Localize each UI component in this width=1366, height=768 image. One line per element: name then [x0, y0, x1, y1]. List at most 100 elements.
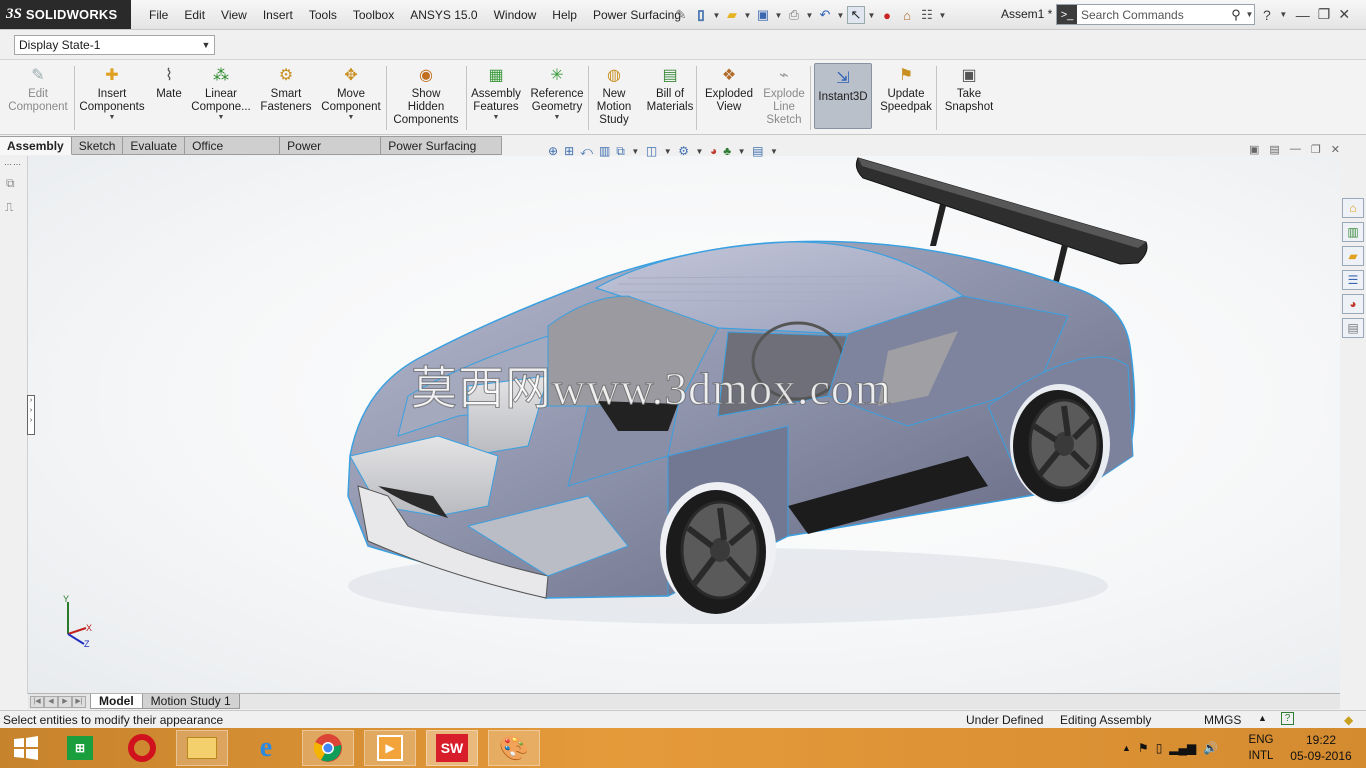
- zoom-to-fit-icon[interactable]: ⊕: [548, 144, 558, 158]
- display-state-select[interactable]: Display State-1 ▼: [14, 35, 215, 55]
- apply-scene-icon[interactable]: ♣: [723, 144, 731, 158]
- options-icon[interactable]: ☷: [918, 6, 936, 24]
- assembly-features-button[interactable]: ▦ Assembly Features ▼: [468, 63, 524, 133]
- chevron-down-icon[interactable]: ▼: [1245, 10, 1254, 19]
- panel-grip-icon[interactable]: ⋯⋯: [4, 160, 22, 169]
- menu-view[interactable]: View: [213, 8, 255, 22]
- chevron-down-icon[interactable]: ▼: [631, 147, 640, 156]
- save-icon[interactable]: ▣: [754, 6, 772, 24]
- tab-evaluate[interactable]: Evaluate: [123, 136, 186, 155]
- smart-fasteners-button[interactable]: ⚙ Smart Fasteners: [258, 63, 314, 133]
- new-document-icon[interactable]: ▯: [692, 6, 710, 24]
- system-clock[interactable]: 19:22 05-09-2016: [1286, 732, 1356, 764]
- instant3d-button[interactable]: ⇲ Instant3D: [814, 63, 872, 129]
- tab-assembly[interactable]: Assembly: [0, 136, 72, 155]
- close-icon[interactable]: ✕: [1338, 6, 1350, 23]
- store-app[interactable]: ⊞: [54, 730, 106, 766]
- chevron-down-icon[interactable]: ▼: [836, 11, 845, 20]
- devices-icon[interactable]: ▯: [1156, 741, 1163, 755]
- appearances-icon[interactable]: ◕: [1342, 294, 1364, 314]
- last-tab-icon[interactable]: ▶|: [72, 695, 86, 708]
- chevron-down-icon[interactable]: ▼: [348, 114, 355, 122]
- start-button[interactable]: [0, 730, 52, 766]
- menu-help[interactable]: Help: [544, 8, 585, 22]
- status-units[interactable]: MMGS: [1204, 713, 1241, 727]
- custom-properties-icon[interactable]: ▤: [1342, 318, 1364, 338]
- media-player-app[interactable]: ▶: [364, 730, 416, 766]
- chevron-down-icon[interactable]: ▼: [712, 11, 721, 20]
- traffic-light-icon[interactable]: ●: [878, 6, 896, 24]
- menu-tools[interactable]: Tools: [301, 8, 345, 22]
- edit-appearance-icon[interactable]: ◕: [710, 144, 717, 158]
- insert-components-button[interactable]: ✚ Insert Components ▼: [78, 63, 146, 133]
- chevron-down-icon[interactable]: ▼: [769, 147, 778, 156]
- update-speedpak-button[interactable]: ⚑ Update Speedpak: [878, 63, 934, 133]
- graphics-area[interactable]: Y X Z: [28, 156, 1340, 694]
- search-commands-box[interactable]: >_ Search Commands ⚲ ▼: [1056, 4, 1255, 25]
- view-settings-icon[interactable]: ▤: [752, 144, 763, 158]
- search-input[interactable]: Search Commands: [1081, 8, 1227, 22]
- mate-button[interactable]: ⌇ Mate: [152, 63, 186, 133]
- viewport-minimize-icon[interactable]: —: [1290, 143, 1301, 156]
- chevron-down-icon[interactable]: ▼: [774, 11, 783, 20]
- network-signal-icon[interactable]: ▂▄▆: [1169, 741, 1196, 755]
- tab-power-surfacing-re[interactable]: Power Surfacing RE: [381, 136, 502, 171]
- chrome-app[interactable]: [302, 730, 354, 766]
- open-folder-icon[interactable]: ▰: [723, 6, 741, 24]
- help-status-icon[interactable]: ?: [1281, 712, 1294, 725]
- chevron-down-icon[interactable]: ▼: [663, 147, 672, 156]
- minimize-icon[interactable]: —: [1296, 7, 1310, 23]
- menu-edit[interactable]: Edit: [176, 8, 213, 22]
- chevron-down-icon[interactable]: ▼: [695, 147, 704, 156]
- file-properties-icon[interactable]: ⌂: [898, 6, 916, 24]
- opera-app[interactable]: [116, 730, 168, 766]
- section-view-icon[interactable]: ▥: [599, 144, 610, 158]
- car-model[interactable]: Y X Z: [28, 156, 1340, 694]
- tag-icon[interactable]: ◆: [1344, 713, 1353, 727]
- language-indicator[interactable]: ENG INTL: [1244, 732, 1278, 764]
- new-motion-study-button[interactable]: ◍ New Motion Study: [592, 63, 636, 133]
- viewport-close-icon[interactable]: ✕: [1331, 143, 1340, 156]
- show-hidden-icons-icon[interactable]: ▲: [1122, 743, 1131, 753]
- view-orientation-icon[interactable]: ◫: [646, 144, 657, 158]
- chevron-down-icon[interactable]: ▼: [493, 114, 500, 122]
- chevron-down-icon[interactable]: ▼: [805, 11, 814, 20]
- flag-icon[interactable]: ⚑: [1138, 741, 1149, 755]
- chevron-down-icon[interactable]: ▼: [743, 11, 752, 20]
- property-manager-icon[interactable]: ⎍: [5, 200, 13, 215]
- file-explorer-icon[interactable]: ▰: [1342, 246, 1364, 266]
- bill-of-materials-button[interactable]: ▤ Bill of Materials: [644, 63, 696, 133]
- split-view-icon[interactable]: ▣: [1249, 143, 1259, 156]
- front-wheel[interactable]: [660, 482, 776, 614]
- move-component-button[interactable]: ✥ Move Component ▼: [318, 63, 384, 133]
- internet-explorer-app[interactable]: e: [240, 730, 292, 766]
- show-hidden-components-button[interactable]: ◉ Show Hidden Components: [388, 63, 464, 133]
- take-snapshot-button[interactable]: ▣ Take Snapshot: [940, 63, 998, 133]
- chevron-down-icon[interactable]: ▼: [938, 11, 947, 20]
- design-library-icon[interactable]: ▥: [1342, 222, 1364, 242]
- reference-geometry-button[interactable]: ✳ Reference Geometry ▼: [528, 63, 586, 133]
- paint-app[interactable]: 🎨: [488, 730, 540, 766]
- help-icon[interactable]: ?: [1263, 7, 1271, 23]
- solidworks-logo[interactable]: 3S SOLIDWORKS: [0, 0, 131, 29]
- menu-toolbox[interactable]: Toolbox: [345, 8, 402, 22]
- panel-collapse-handle[interactable]: › › ›: [27, 395, 35, 435]
- previous-view-icon[interactable]: ⤺: [580, 144, 593, 159]
- display-style-icon[interactable]: ⚙: [678, 144, 689, 158]
- prev-tab-icon[interactable]: ◀: [44, 695, 58, 708]
- edit-component-button[interactable]: ✎ Edit Component: [4, 63, 72, 133]
- chevron-down-icon[interactable]: ▼: [554, 114, 561, 122]
- first-tab-icon[interactable]: |◀: [30, 695, 44, 708]
- chevron-down-icon[interactable]: ▼: [1279, 10, 1288, 19]
- tile-view-icon[interactable]: ▤: [1269, 143, 1279, 156]
- rear-wheel[interactable]: [1010, 384, 1110, 504]
- tab-power-surfacing[interactable]: Power Surfacing: [280, 136, 382, 171]
- zoom-to-area-icon[interactable]: ⊞: [564, 144, 574, 158]
- print-icon[interactable]: ⎙: [785, 6, 803, 24]
- solidworks-app[interactable]: SW: [426, 730, 478, 766]
- restore-icon[interactable]: ❐: [1318, 6, 1331, 23]
- dynamic-annotation-icon[interactable]: ⧉: [616, 144, 625, 159]
- solidworks-resources-icon[interactable]: ⌂: [1342, 198, 1364, 218]
- menu-insert[interactable]: Insert: [255, 8, 301, 22]
- chevron-down-icon[interactable]: ▼: [867, 11, 876, 20]
